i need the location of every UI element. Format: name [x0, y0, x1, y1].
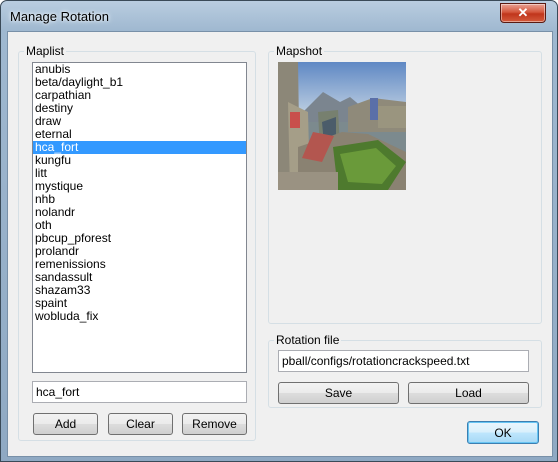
list-item[interactable]: kungfu: [33, 154, 246, 167]
window-title: Manage Rotation: [10, 9, 110, 24]
list-item[interactable]: mystique: [33, 180, 246, 193]
save-button[interactable]: Save: [278, 382, 399, 404]
dialog-body: Maplist anubis beta/daylight_b1 carpathian…: [7, 31, 553, 457]
ok-button[interactable]: OK: [467, 421, 539, 444]
close-button[interactable]: ✕: [500, 3, 546, 23]
list-item[interactable]: destiny: [33, 102, 246, 115]
remove-button[interactable]: Remove: [182, 413, 247, 435]
rotation-file-input[interactable]: [278, 350, 529, 372]
manage-rotation-window: Manage Rotation ✕ Maplist anubis beta/day…: [0, 0, 558, 462]
mapshot-image: [278, 62, 406, 190]
add-button[interactable]: Add: [33, 413, 98, 435]
close-icon: ✕: [517, 5, 529, 20]
list-item[interactable]: nolandr: [33, 206, 246, 219]
load-button[interactable]: Load: [408, 382, 529, 404]
mapshot-legend: Mapshot: [276, 44, 323, 58]
rotation-file-legend: Rotation file: [276, 333, 340, 347]
title-bar[interactable]: Manage Rotation ✕: [1, 1, 557, 31]
maplist-legend: Maplist: [26, 44, 65, 58]
map-name-input[interactable]: [32, 381, 247, 403]
maplist-items: anubis beta/daylight_b1 carpathian destiny d…: [33, 63, 246, 323]
clear-button[interactable]: Clear: [108, 413, 173, 435]
list-item[interactable]: wobluda_fix: [33, 310, 246, 323]
maplist-listbox[interactable]: anubis beta/daylight_b1 carpathian destiny d…: [32, 62, 247, 373]
